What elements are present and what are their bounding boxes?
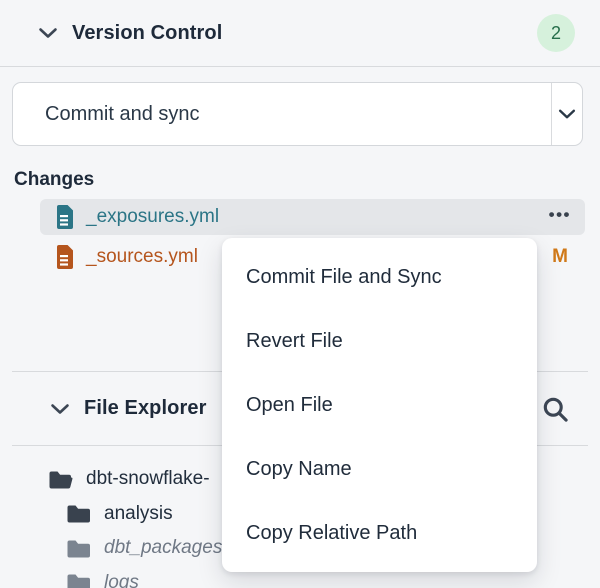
folder-icon	[66, 503, 91, 524]
version-control-title: Version Control	[72, 22, 222, 45]
menu-item-revert-file[interactable]: Revert File	[222, 309, 537, 373]
tree-item-label: analysis	[104, 503, 173, 525]
changed-file-row-exposures[interactable]: _exposures.yml •••	[40, 199, 585, 235]
chevron-down-icon[interactable]	[48, 397, 72, 421]
menu-item-commit-file-and-sync[interactable]: Commit File and Sync	[222, 245, 537, 309]
folder-icon	[66, 572, 91, 588]
version-control-header[interactable]: Version Control 2	[0, 0, 600, 67]
changed-file-name[interactable]: _sources.yml	[86, 246, 198, 268]
menu-item-copy-name[interactable]: Copy Name	[222, 437, 537, 501]
folder-icon	[66, 538, 91, 559]
modified-status-badge: M	[552, 246, 571, 268]
yaml-file-icon	[55, 244, 75, 270]
version-control-panel: Version Control 2 Commit and sync Change…	[0, 0, 600, 588]
changes-section-label: Changes	[14, 169, 588, 191]
tree-item-label: dbt_packages	[104, 537, 222, 559]
chevron-down-icon	[556, 103, 578, 125]
file-context-menu: Commit File and Sync Revert File Open Fi…	[222, 238, 537, 572]
search-icon	[541, 395, 569, 423]
commit-options-toggle[interactable]	[552, 83, 582, 145]
menu-item-copy-relative-path[interactable]: Copy Relative Path	[222, 501, 537, 565]
tree-item-label: logs	[104, 572, 139, 588]
file-explorer-title: File Explorer	[84, 397, 206, 420]
search-files-button[interactable]	[538, 392, 572, 426]
commit-and-sync-button[interactable]: Commit and sync	[12, 82, 583, 146]
changed-file-name[interactable]: _exposures.yml	[86, 206, 219, 228]
commit-button-label: Commit and sync	[45, 103, 200, 126]
yaml-file-icon	[55, 204, 75, 230]
file-actions-ellipsis-icon[interactable]: •••	[549, 206, 571, 229]
menu-item-open-file[interactable]: Open File	[222, 373, 537, 437]
tree-item-label: dbt-snowflake-	[86, 468, 210, 490]
changes-count-badge: 2	[537, 14, 575, 52]
commit-button-main[interactable]: Commit and sync	[13, 83, 552, 145]
folder-open-icon	[48, 469, 73, 490]
chevron-down-icon[interactable]	[36, 21, 60, 45]
